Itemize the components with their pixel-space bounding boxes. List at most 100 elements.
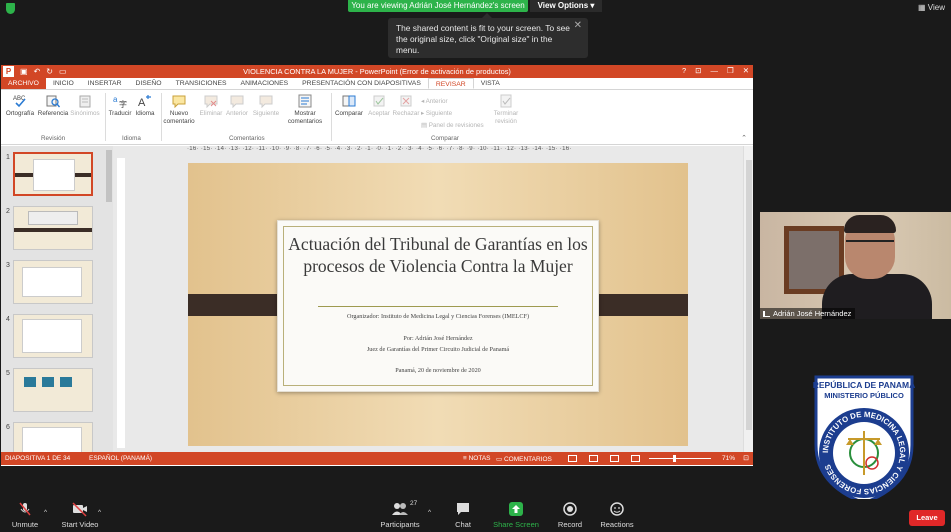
fit-slide-icon[interactable]: ⊡ [743,454,749,462]
webcam-tile[interactable]: Adrián José Hernández [760,212,951,319]
referencia-button[interactable]: Referencia [37,94,69,118]
slide-date: Panamá, 20 de noviembre de 2020 [395,367,481,374]
view-options-button[interactable]: View Options ▾ [530,0,602,12]
tab-vista[interactable]: VISTA [474,78,507,89]
chat-icon [457,503,469,515]
chevron-up-icon[interactable]: ^ [44,509,47,516]
restore-icon[interactable]: ❐ [727,66,734,75]
list-anterior-item[interactable]: ◂ Anterior [421,96,484,108]
thumb-number: 4 [6,316,10,323]
tab-inicio[interactable]: INICIO [46,78,81,89]
siguiente-label: Siguiente [252,110,280,117]
mostrar-comentarios-button[interactable]: Mostrar comentarios [283,94,327,126]
normal-view-icon[interactable] [568,455,577,462]
slide-thumbnails-pane: 1 2 3 4 5 6 [1,146,113,452]
share-screen-button[interactable]: Share Screen [492,501,540,529]
record-label: Record [557,520,583,529]
traducir-button[interactable]: a字 Traducir [107,94,133,118]
sinonimos-button[interactable]: Sinónimos [70,94,100,118]
siguiente-comment-button[interactable]: Siguiente [251,94,281,118]
ortografia-button[interactable]: ABC Ortografía [4,94,36,118]
thumbnails-scrollbar[interactable] [105,146,113,452]
list-siguiente-item[interactable]: ▸ Siguiente [421,108,484,120]
leave-button[interactable]: Leave [909,510,945,526]
zoom-slider[interactable] [649,458,711,459]
ribbon-revisar: ABC Ortografía Referencia Sinónimos Revi… [1,90,753,145]
anterior-comment-button[interactable]: Anterior [224,94,250,118]
thumb-band [14,228,92,232]
close-icon[interactable]: ✕ [743,66,749,75]
chevron-up-icon[interactable]: ^ [98,509,101,516]
record-icon [563,502,577,516]
ribbon-display-icon[interactable]: ⊡ [695,66,701,75]
slide-thumbnail[interactable] [13,314,93,358]
chevron-up-icon[interactable]: ^ [428,509,431,516]
group-comentarios-label: Comentarios [229,135,265,142]
record-button[interactable]: Record [556,501,584,529]
editor-scrollbar[interactable] [743,146,753,452]
tab-presentacion[interactable]: PRESENTACIÓN CON DIAPOSITIVAS [295,78,428,89]
notes-button[interactable]: ≡ NOTAS [463,455,491,462]
language-status[interactable]: ESPAÑOL (PANAMÁ) [89,455,152,462]
minimize-icon[interactable]: — [710,66,718,75]
collapse-ribbon-icon[interactable]: ⌃ [741,134,747,142]
close-icon[interactable]: ✕ [574,20,582,31]
slide-sorter-icon[interactable] [589,455,598,462]
zoom-level[interactable]: 71% [722,455,735,462]
slide-thumbnail[interactable] [13,422,93,452]
slide-canvas[interactable]: Actuación del Tribunal de Garantías en l… [188,163,688,446]
webcam-person-hair [844,215,896,233]
arrow-left-icon: ◂ [421,98,425,105]
tab-animaciones[interactable]: ANIMACIONES [234,78,296,89]
nuevo-comentario-button[interactable]: Nuevo comentario [162,94,196,126]
tab-insertar[interactable]: INSERTAR [81,78,129,89]
tab-archivo[interactable]: ARCHIVO [1,78,46,89]
view-button[interactable]: ▦ View [918,3,945,12]
thumb-number: 2 [6,208,10,215]
reading-view-icon[interactable] [610,455,619,462]
group-comparar-label: Comparar [431,135,459,142]
slide-thumbnail[interactable] [13,260,93,304]
slide-thumbnail[interactable] [13,152,93,196]
slide-counter: DIAPOSITIVA 1 DE 34 [5,455,71,462]
idioma-button[interactable]: A Idioma [133,94,157,118]
aceptar-button[interactable]: Aceptar [366,94,392,118]
chevron-down-icon: ▾ [590,1,595,10]
eliminar-button[interactable]: Eliminar [198,94,224,118]
mostrar-comentarios-label: Mostrar comentarios [287,110,323,125]
zoom-slider-knob[interactable] [673,455,676,462]
tab-diseno[interactable]: DISEÑO [129,78,169,89]
tab-revisar[interactable]: REVISAR [427,78,474,89]
chat-button[interactable]: Chat [450,501,476,529]
scrollbar-thumb[interactable] [746,160,752,430]
terminar-revision-button[interactable]: Terminar revisión [489,94,523,126]
slide-thumbnail[interactable] [13,206,93,250]
slide-organizer: Organizador: Instituto de Medicina Legal… [346,313,530,320]
webcam-glasses [846,240,894,249]
scrollbar-thumb[interactable] [106,150,112,202]
start-video-button[interactable]: Start Video [60,501,100,529]
slideshow-view-icon[interactable] [631,455,640,462]
slide-thumbnail[interactable] [13,368,93,412]
shield-icon[interactable] [6,3,15,14]
translate-icon: a字 [113,95,127,108]
research-icon [46,95,60,108]
thumb-card [22,427,82,452]
reactions-label: Reactions [600,520,634,529]
unmute-label: Unmute [11,520,39,529]
comparar-label: Comparar [335,110,363,117]
panel-icon: ▤ [421,122,427,129]
thumb-card [33,159,75,191]
panel-revisiones-item[interactable]: ▤ Panel de revisiones [421,120,484,132]
help-icon[interactable]: ? [682,66,686,75]
comments-button[interactable]: ▭ COMENTARIOS [496,455,552,463]
tab-transiciones[interactable]: TRANSICIONES [169,78,234,89]
start-video-label: Start Video [61,520,99,529]
unmute-button[interactable]: Unmute [10,501,40,529]
reactions-button[interactable]: Reactions [600,501,634,529]
thumb-card [42,377,54,387]
seal-sub-text: MINISTERIO PÚBLICO [824,391,904,400]
anterior-label: Anterior [225,110,249,117]
rechazar-button[interactable]: Rechazar [392,94,420,118]
comparar-button[interactable]: Comparar [333,94,365,118]
